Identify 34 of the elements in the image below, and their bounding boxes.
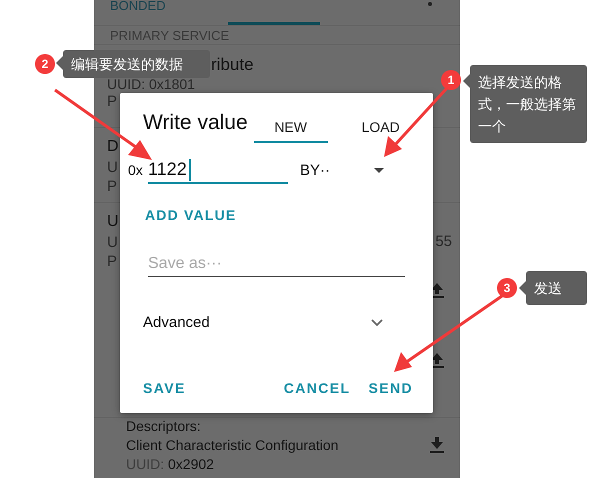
row-text: 55	[435, 233, 452, 250]
step-badge: 3	[497, 278, 517, 298]
callout-text: 编辑要发送的数据	[56, 50, 210, 78]
row-text: U	[107, 212, 119, 232]
upload-icon	[430, 352, 444, 368]
tab[interactable]: LOAD	[344, 113, 418, 143]
row-text: ribute	[211, 54, 254, 76]
add-value-button[interactable]: ADD VALUE	[145, 207, 236, 223]
descriptor-name: Client Characteristic Configuration	[126, 437, 338, 453]
dialog-button[interactable]: SEND	[368, 380, 413, 396]
dialog-button[interactable]: CANCEL	[284, 380, 350, 396]
row-text: P	[107, 92, 118, 111]
step-badge: 2	[35, 54, 55, 74]
text-cursor	[189, 159, 191, 181]
menu-icon[interactable]	[428, 2, 432, 6]
descriptors-label: Descriptors:	[126, 418, 202, 434]
row-text: P	[107, 252, 118, 271]
callout-text: 发送	[519, 271, 587, 305]
row-text: D	[107, 137, 119, 157]
dialog-title: Write value	[143, 111, 248, 136]
row-text: U	[107, 233, 118, 252]
row-text: UUID: 0x1801	[107, 77, 195, 92]
format-dropdown[interactable]: BY··	[300, 162, 330, 178]
callout-text: 选择发送的格式，一般选择第一个	[463, 65, 587, 143]
row-text: U	[107, 158, 118, 177]
dialog-button[interactable]: SAVE	[143, 380, 186, 396]
prefix-label: 0x	[128, 162, 144, 178]
download-icon[interactable]	[430, 437, 444, 453]
tab[interactable]: NEW	[254, 113, 328, 143]
advanced-toggle[interactable]: Advanced	[143, 314, 383, 331]
save-as-field[interactable]: Save as···	[148, 251, 405, 277]
row-text: P	[107, 177, 118, 196]
upload-icon	[430, 282, 444, 298]
dropdown-icon[interactable]	[374, 168, 384, 172]
